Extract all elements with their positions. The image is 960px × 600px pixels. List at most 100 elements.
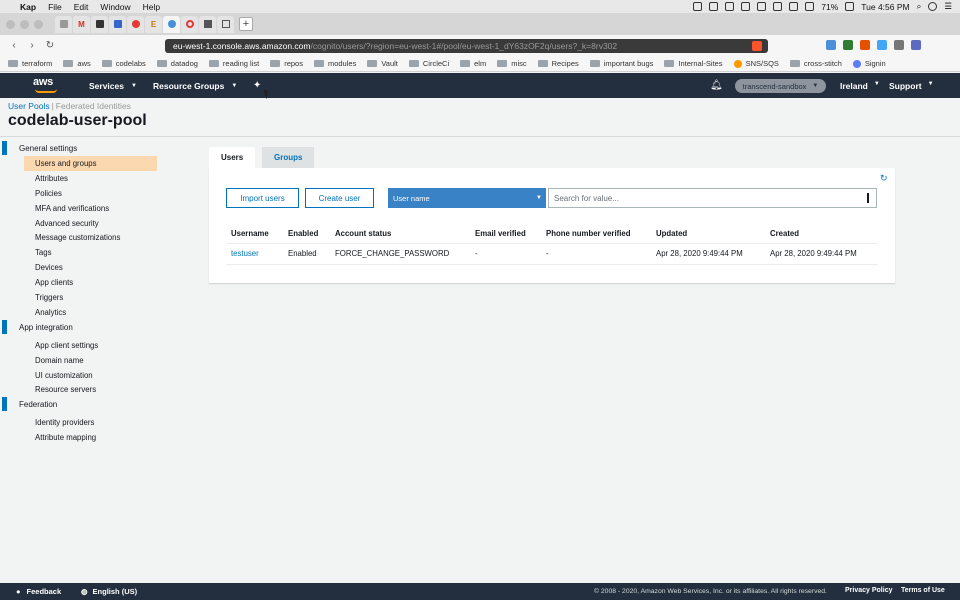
search-input[interactable]: Search for value... — [548, 188, 877, 208]
column-header-email-verified[interactable]: Email verified — [470, 224, 541, 244]
sidebar-item-policies[interactable]: Policies — [24, 186, 157, 201]
sidebar-item-tags[interactable]: Tags — [24, 245, 157, 260]
bookmark-folder[interactable]: repos — [270, 59, 303, 68]
extension-icon[interactable] — [843, 40, 853, 50]
username-link[interactable]: testuser — [226, 243, 283, 265]
feedback-button[interactable]: ● Feedback — [16, 587, 61, 596]
bookmark-folder[interactable]: datadog — [156, 59, 198, 68]
clock[interactable]: Tue 4:56 PM — [861, 2, 909, 12]
browser-tab[interactable] — [199, 15, 216, 33]
bookmark-folder[interactable]: CircleCi — [408, 59, 449, 68]
sidebar-item-resource-servers[interactable]: Resource servers — [24, 382, 157, 397]
sidebar-item-users-and-groups[interactable]: Users and groups — [24, 156, 157, 171]
bookmark-folder[interactable]: modules — [313, 59, 356, 68]
battery-icon[interactable] — [845, 2, 855, 11]
siri-icon[interactable] — [928, 2, 938, 11]
sidebar-item-identity-providers[interactable]: Identity providers — [24, 415, 157, 430]
sidebar-item-attribute-mapping[interactable]: Attribute mapping — [24, 430, 157, 445]
privacy-policy-link[interactable]: Privacy Policy — [845, 587, 892, 594]
tray-icon[interactable] — [693, 2, 703, 11]
menu-window[interactable]: Window — [100, 2, 130, 12]
browser-tab[interactable] — [109, 15, 126, 33]
tray-icon[interactable] — [757, 2, 767, 11]
column-header-account-status[interactable]: Account status — [330, 224, 470, 244]
sidebar-item-mfa[interactable]: MFA and verifications — [24, 201, 157, 216]
browser-tab[interactable] — [91, 15, 108, 33]
sidebar-item-ui-customization[interactable]: UI customization — [24, 368, 157, 383]
browser-tab[interactable] — [55, 15, 72, 33]
extension-icon[interactable] — [860, 40, 870, 50]
browser-tab[interactable] — [217, 15, 234, 33]
wifi-icon[interactable] — [789, 2, 799, 11]
bookmark-folder[interactable]: aws — [63, 59, 91, 68]
menu-app[interactable]: Kap — [20, 2, 36, 12]
menu-file[interactable]: File — [48, 2, 62, 12]
column-header-enabled[interactable]: Enabled — [283, 224, 330, 244]
bookmark-folder[interactable]: Vault — [367, 59, 398, 68]
browser-tab[interactable]: E — [145, 15, 162, 33]
browser-tab[interactable] — [127, 15, 144, 33]
extension-icon[interactable] — [911, 40, 921, 50]
new-tab-button[interactable]: + — [239, 17, 253, 31]
sidebar-section-federation[interactable]: Federation — [0, 397, 200, 412]
bookmark-folder[interactable]: cross-stitch — [789, 59, 842, 68]
column-header-phone-verified[interactable]: Phone number verified — [541, 224, 651, 244]
bookmark-signin[interactable]: Signin — [852, 59, 886, 68]
sidebar-item-message-customizations[interactable]: Message customizations — [24, 230, 157, 245]
column-header-updated[interactable]: Updated — [651, 224, 765, 244]
tab-groups[interactable]: Groups — [262, 147, 315, 168]
tray-icon[interactable] — [725, 2, 735, 11]
bookmark-sns-sqs[interactable]: SNS/SQS — [733, 59, 779, 68]
refresh-icon[interactable]: ↻ — [880, 173, 888, 184]
sidebar-item-attributes[interactable]: Attributes — [24, 171, 157, 186]
sidebar-item-app-client-settings[interactable]: App client settings — [24, 338, 157, 353]
brave-shield-icon[interactable] — [752, 41, 762, 51]
language-selector[interactable]: ◍ English (US) — [81, 587, 137, 596]
sidebar-item-analytics[interactable]: Analytics — [24, 305, 157, 320]
bookmark-folder[interactable]: misc — [497, 59, 527, 68]
browser-tab-gmail[interactable]: M — [73, 15, 90, 33]
support-menu[interactable]: Support ▼ — [889, 81, 934, 91]
pin-icon[interactable]: ✦ — [253, 80, 261, 91]
bookmark-folder[interactable]: important bugs — [589, 59, 653, 68]
tray-icon[interactable] — [709, 2, 719, 11]
volume-icon[interactable] — [805, 2, 815, 11]
extension-icon[interactable] — [894, 40, 904, 50]
spotlight-icon[interactable]: ⌕ — [917, 1, 922, 12]
browser-tab[interactable] — [181, 15, 198, 33]
bookmark-folder[interactable]: Internal-Sites — [664, 59, 723, 68]
minimize-window-button[interactable] — [20, 19, 29, 29]
bookmark-folder[interactable]: Recipes — [537, 59, 579, 68]
address-bar[interactable]: eu-west-1.console.aws.amazon.com/cognito… — [165, 39, 768, 53]
column-header-username[interactable]: Username — [226, 224, 283, 244]
extension-icon[interactable] — [877, 40, 887, 50]
bell-icon[interactable]: 🔔︎ — [710, 80, 723, 91]
maximize-window-button[interactable] — [34, 19, 43, 29]
account-menu[interactable]: transcend-sandbox ▼ — [735, 79, 826, 93]
sidebar-item-app-clients[interactable]: App clients — [24, 275, 157, 290]
sidebar-section-general-settings[interactable]: General settings — [0, 141, 200, 156]
terms-of-use-link[interactable]: Terms of Use — [901, 587, 945, 594]
filter-attribute-select[interactable]: User name ▼ — [388, 188, 546, 208]
bookmark-folder[interactable]: elm — [460, 59, 486, 68]
forward-icon[interactable]: › — [26, 40, 38, 51]
close-window-button[interactable] — [6, 19, 15, 29]
menu-help[interactable]: Help — [143, 2, 160, 12]
aws-logo[interactable]: aws — [33, 76, 63, 94]
sidebar-item-devices[interactable]: Devices — [24, 260, 157, 275]
sidebar-item-triggers[interactable]: Triggers — [24, 290, 157, 305]
import-users-button[interactable]: Import users — [226, 188, 299, 208]
region-menu[interactable]: Ireland ▼ — [840, 81, 880, 91]
user-pools-link[interactable]: User Pools — [8, 101, 50, 111]
tray-icon[interactable] — [741, 2, 751, 11]
menu-edit[interactable]: Edit — [74, 2, 89, 12]
battery-percent[interactable]: 71% — [821, 2, 838, 12]
bookmark-folder[interactable]: reading list — [208, 59, 259, 68]
sidebar-item-domain-name[interactable]: Domain name — [24, 353, 157, 368]
reload-icon[interactable]: ↻ — [44, 40, 56, 51]
back-icon[interactable]: ‹ — [8, 40, 20, 51]
tab-users[interactable]: Users — [209, 147, 256, 168]
services-menu[interactable]: Services ▼ — [89, 81, 137, 91]
create-user-button[interactable]: Create user — [305, 188, 374, 208]
bookmark-folder[interactable]: terraform — [8, 59, 52, 68]
